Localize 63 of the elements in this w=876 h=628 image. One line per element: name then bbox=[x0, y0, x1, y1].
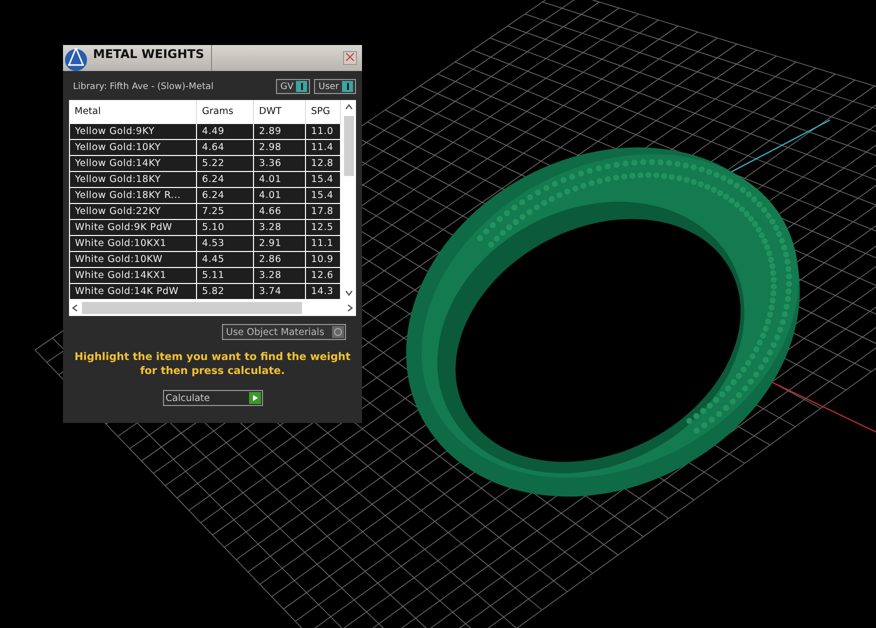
table-cell: 15.4 bbox=[306, 172, 340, 188]
table-cell: 3.28 bbox=[254, 220, 306, 236]
table-cell: 3.36 bbox=[254, 156, 306, 172]
table-cell: White Gold:10KW bbox=[70, 252, 196, 268]
table-cell: 5.22 bbox=[196, 156, 254, 172]
table-cell: 4.64 bbox=[196, 140, 254, 156]
toggle-switch[interactable]: GV bbox=[276, 79, 310, 94]
table-cell: White Gold:14K PdW bbox=[70, 284, 196, 300]
table-cell: White Gold:10KX1 bbox=[70, 236, 196, 252]
table-cell: 12.5 bbox=[306, 220, 340, 236]
table-cell: 2.89 bbox=[254, 124, 306, 140]
scale-logo-icon bbox=[63, 45, 89, 71]
chevron-up-icon[interactable] bbox=[344, 104, 352, 110]
instruction-text: Highlight the item you want to find the weight for then press calculate. bbox=[74, 350, 352, 378]
calculate-button[interactable]: Calculate bbox=[162, 390, 262, 406]
window-title: METAL WEIGHTS bbox=[89, 45, 212, 71]
table-cell: White Gold:14KX1 bbox=[70, 268, 196, 284]
use-object-materials-toggle[interactable]: Use Object Materials bbox=[222, 324, 346, 340]
column-header[interactable]: SPG bbox=[306, 100, 340, 124]
table-cell: 14.3 bbox=[306, 284, 340, 300]
table-cell: 3.28 bbox=[254, 268, 306, 284]
scrollbar-thumb[interactable] bbox=[82, 302, 302, 314]
table-cell: Yellow Gold:10KY bbox=[70, 140, 196, 156]
table-cell: Yellow Gold:18KY bbox=[70, 172, 196, 188]
table-cell: 4.01 bbox=[254, 172, 306, 188]
table-cell: 10.9 bbox=[306, 252, 340, 268]
close-button[interactable] bbox=[343, 51, 357, 65]
column-header[interactable]: Grams bbox=[196, 100, 254, 124]
table-cell: 4.49 bbox=[196, 124, 254, 140]
table-cell: 4.45 bbox=[196, 252, 254, 268]
table-cell: 15.4 bbox=[306, 188, 340, 204]
table-cell: Yellow Gold:22KY bbox=[70, 204, 196, 220]
table-cell: 11.0 bbox=[306, 124, 340, 140]
table-cell: 4.01 bbox=[254, 188, 306, 204]
table-cell: 2.86 bbox=[254, 252, 306, 268]
table-cell: 11.4 bbox=[306, 140, 340, 156]
table-cell: Yellow Gold:9KY bbox=[70, 124, 196, 140]
table-cell: Yellow Gold:14KY bbox=[70, 156, 196, 172]
table-cell: 6.24 bbox=[196, 188, 254, 204]
table-cell: 4.66 bbox=[254, 204, 306, 220]
table-cell: 5.11 bbox=[196, 268, 254, 284]
table-cell: 2.98 bbox=[254, 140, 306, 156]
library-label: Library: Fifth Ave - (Slow)-Metal bbox=[73, 82, 214, 92]
table-cell: 7.25 bbox=[196, 204, 254, 220]
scrollbar-thumb[interactable] bbox=[344, 116, 354, 176]
table-cell: 5.10 bbox=[196, 220, 254, 236]
toggle-switch[interactable]: User bbox=[314, 79, 356, 94]
table-cell: 12.6 bbox=[306, 268, 340, 284]
chevron-down-icon[interactable] bbox=[344, 290, 352, 296]
table-cell: 12.8 bbox=[306, 156, 340, 172]
chevron-left-icon[interactable] bbox=[72, 304, 78, 312]
chevron-right-icon[interactable] bbox=[347, 304, 353, 312]
table-cell: 6.24 bbox=[196, 172, 254, 188]
table-cell: 17.8 bbox=[306, 204, 340, 220]
column-header[interactable]: DWT bbox=[254, 100, 306, 124]
table-cell: Yellow Gold:18KY R... bbox=[70, 188, 196, 204]
table-cell: 11.1 bbox=[306, 236, 340, 252]
horizontal-scrollbar[interactable] bbox=[69, 300, 356, 316]
table-cell: 3.74 bbox=[254, 284, 306, 300]
table-cell: 5.82 bbox=[196, 284, 254, 300]
table-cell: 4.53 bbox=[196, 236, 254, 252]
table-cell: 2.91 bbox=[254, 236, 306, 252]
table-cell: White Gold:9K PdW bbox=[70, 220, 196, 236]
